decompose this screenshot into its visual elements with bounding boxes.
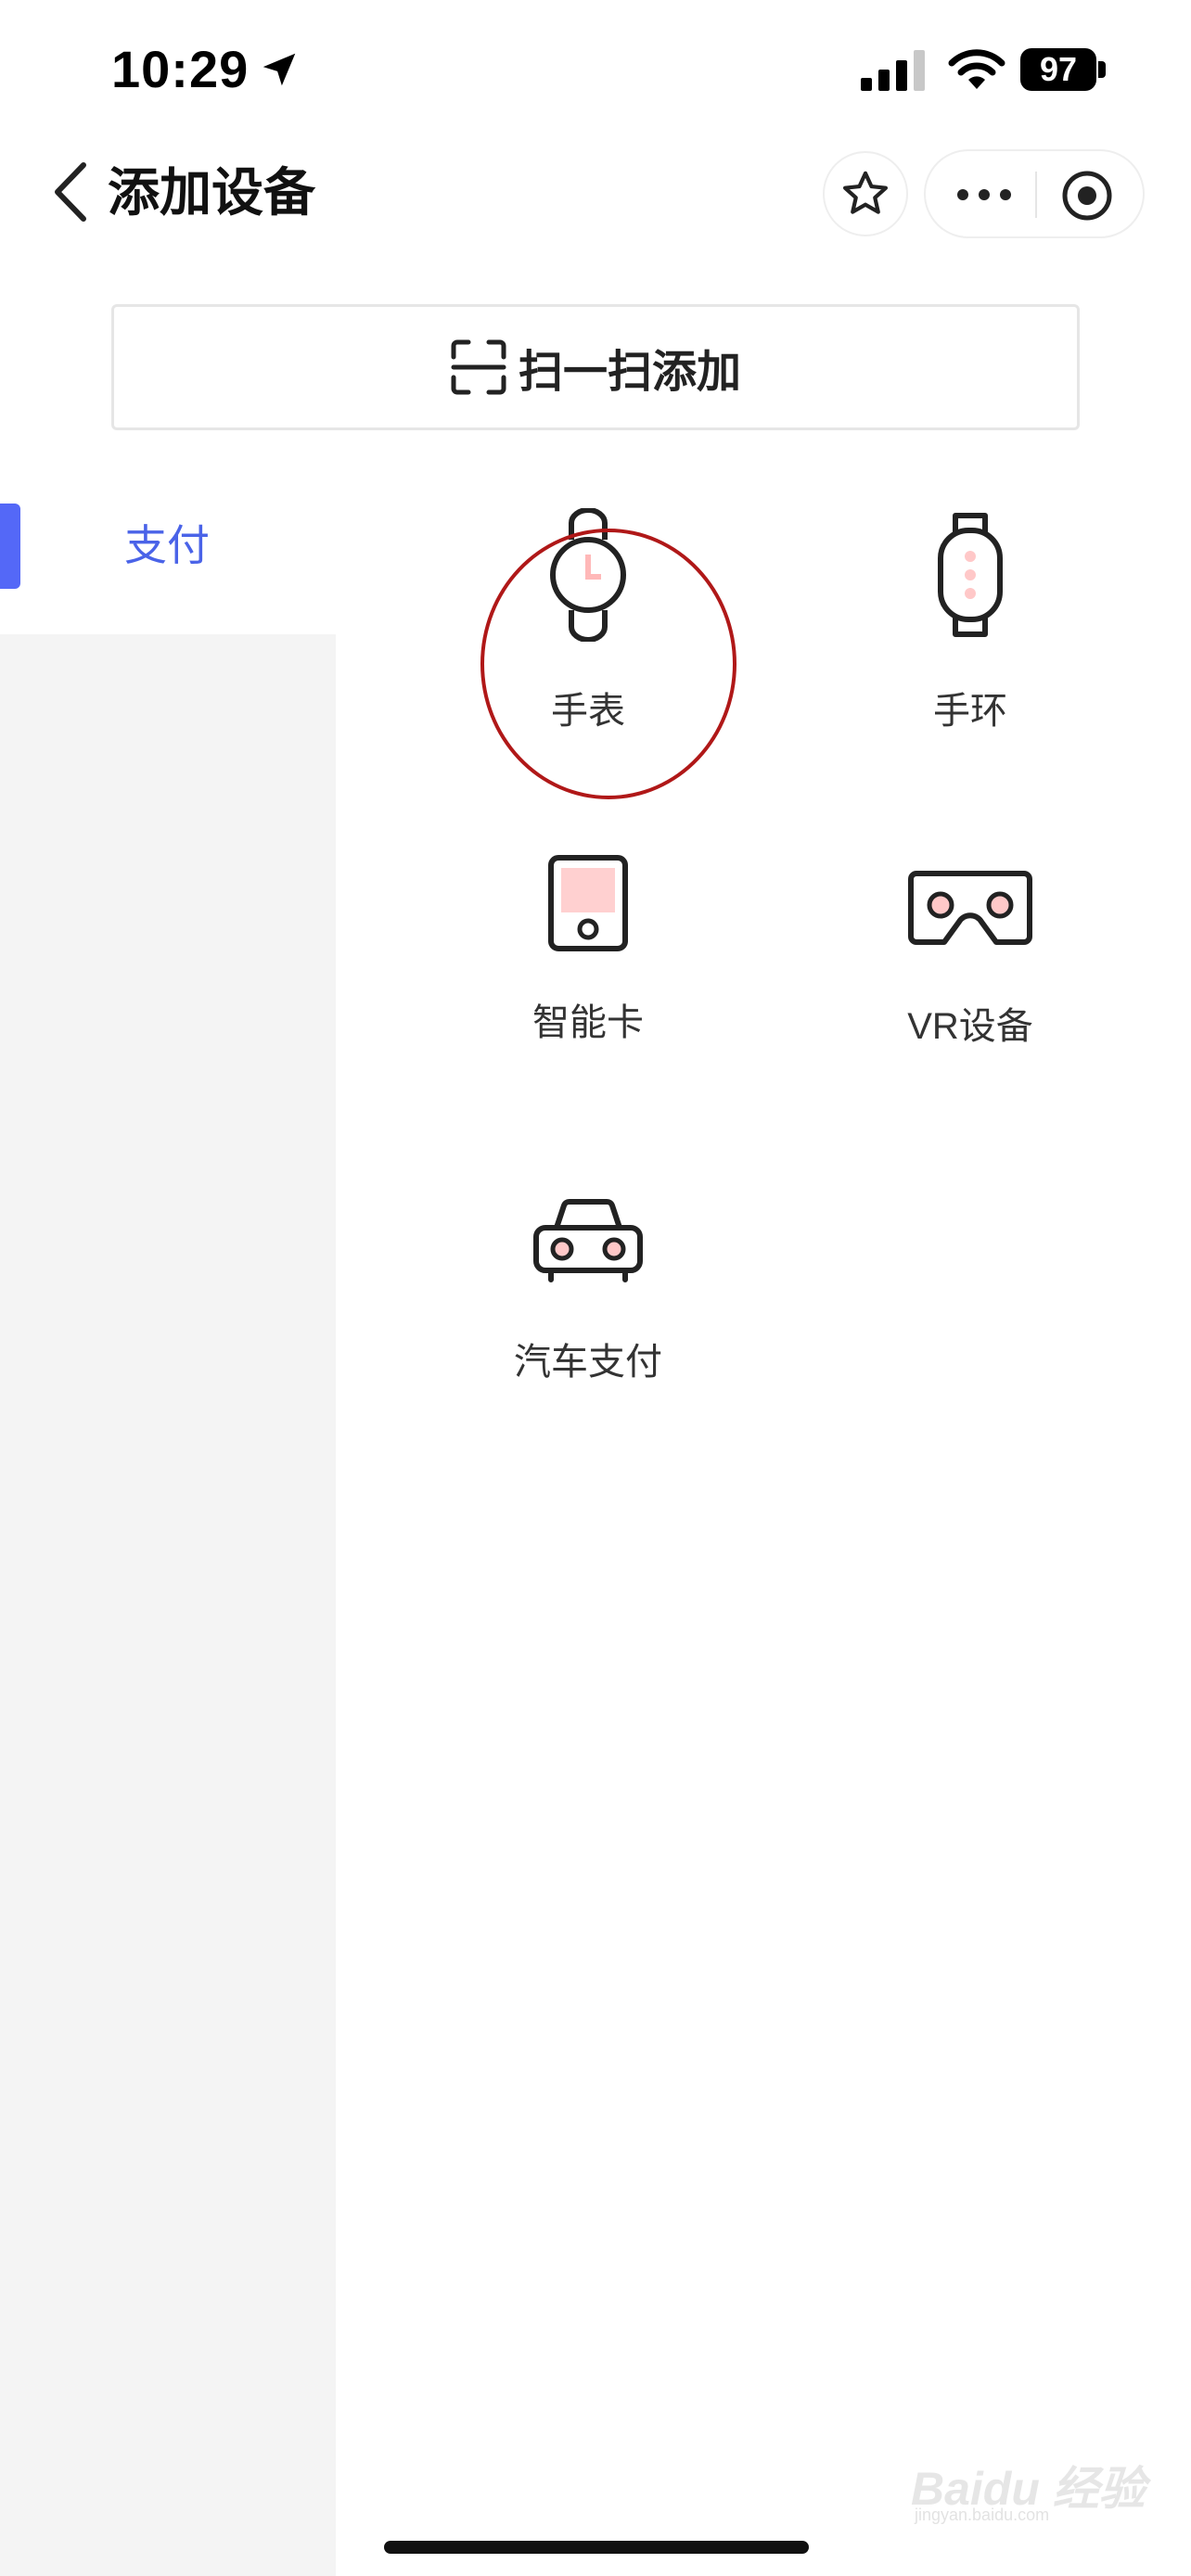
back-chevron-icon[interactable] (52, 161, 89, 223)
close-target-icon[interactable] (1059, 168, 1115, 223)
scan-icon (451, 339, 506, 395)
mini-program-capsule (924, 149, 1145, 238)
battery-indicator: 97 (1020, 48, 1108, 91)
location-arrow-icon (263, 53, 296, 86)
sidebar (0, 634, 336, 2576)
page-title: 添加设备 (108, 163, 315, 222)
watch-icon (550, 508, 626, 642)
device-band[interactable]: 手环 (831, 508, 1109, 734)
capsule-divider (1035, 172, 1037, 218)
sidebar-item-payment[interactable]: 支付 (124, 516, 210, 575)
device-watch[interactable]: 手表 (449, 508, 727, 734)
home-indicator (384, 2541, 809, 2554)
more-dots-icon[interactable] (955, 181, 1013, 209)
band-icon (938, 513, 1003, 637)
star-icon (842, 171, 889, 214)
vr-headset-icon (908, 871, 1032, 945)
device-label-band: 手环 (933, 691, 1007, 732)
smart-card-icon (548, 855, 628, 951)
baidu-watermark-logo: Baidu 经验 jingyan.baidu.com (911, 2452, 1152, 2524)
cellular-signal-icon (861, 50, 925, 91)
device-vr[interactable]: VR设备 (831, 868, 1109, 1050)
device-label-smart-card: 智能卡 (532, 1002, 644, 1043)
sidebar-active-indicator (0, 504, 20, 589)
status-time: 10:29 (111, 40, 250, 98)
car-icon (533, 1199, 643, 1282)
wifi-icon (948, 49, 1005, 89)
scan-add-label: 扫一扫添加 (518, 348, 741, 397)
device-car-payment[interactable]: 汽车支付 (449, 1196, 727, 1385)
device-label-watch: 手表 (551, 691, 625, 732)
device-smart-card[interactable]: 智能卡 (449, 853, 727, 1046)
device-label-vr: VR设备 (907, 1006, 1033, 1047)
favorite-button[interactable] (823, 151, 908, 236)
device-label-car-payment: 汽车支付 (514, 1342, 662, 1383)
battery-level: 97 (1039, 50, 1078, 88)
watermark-sub: jingyan.baidu.com (915, 2506, 1050, 2524)
scan-add-button[interactable]: 扫一扫添加 (111, 304, 1080, 430)
